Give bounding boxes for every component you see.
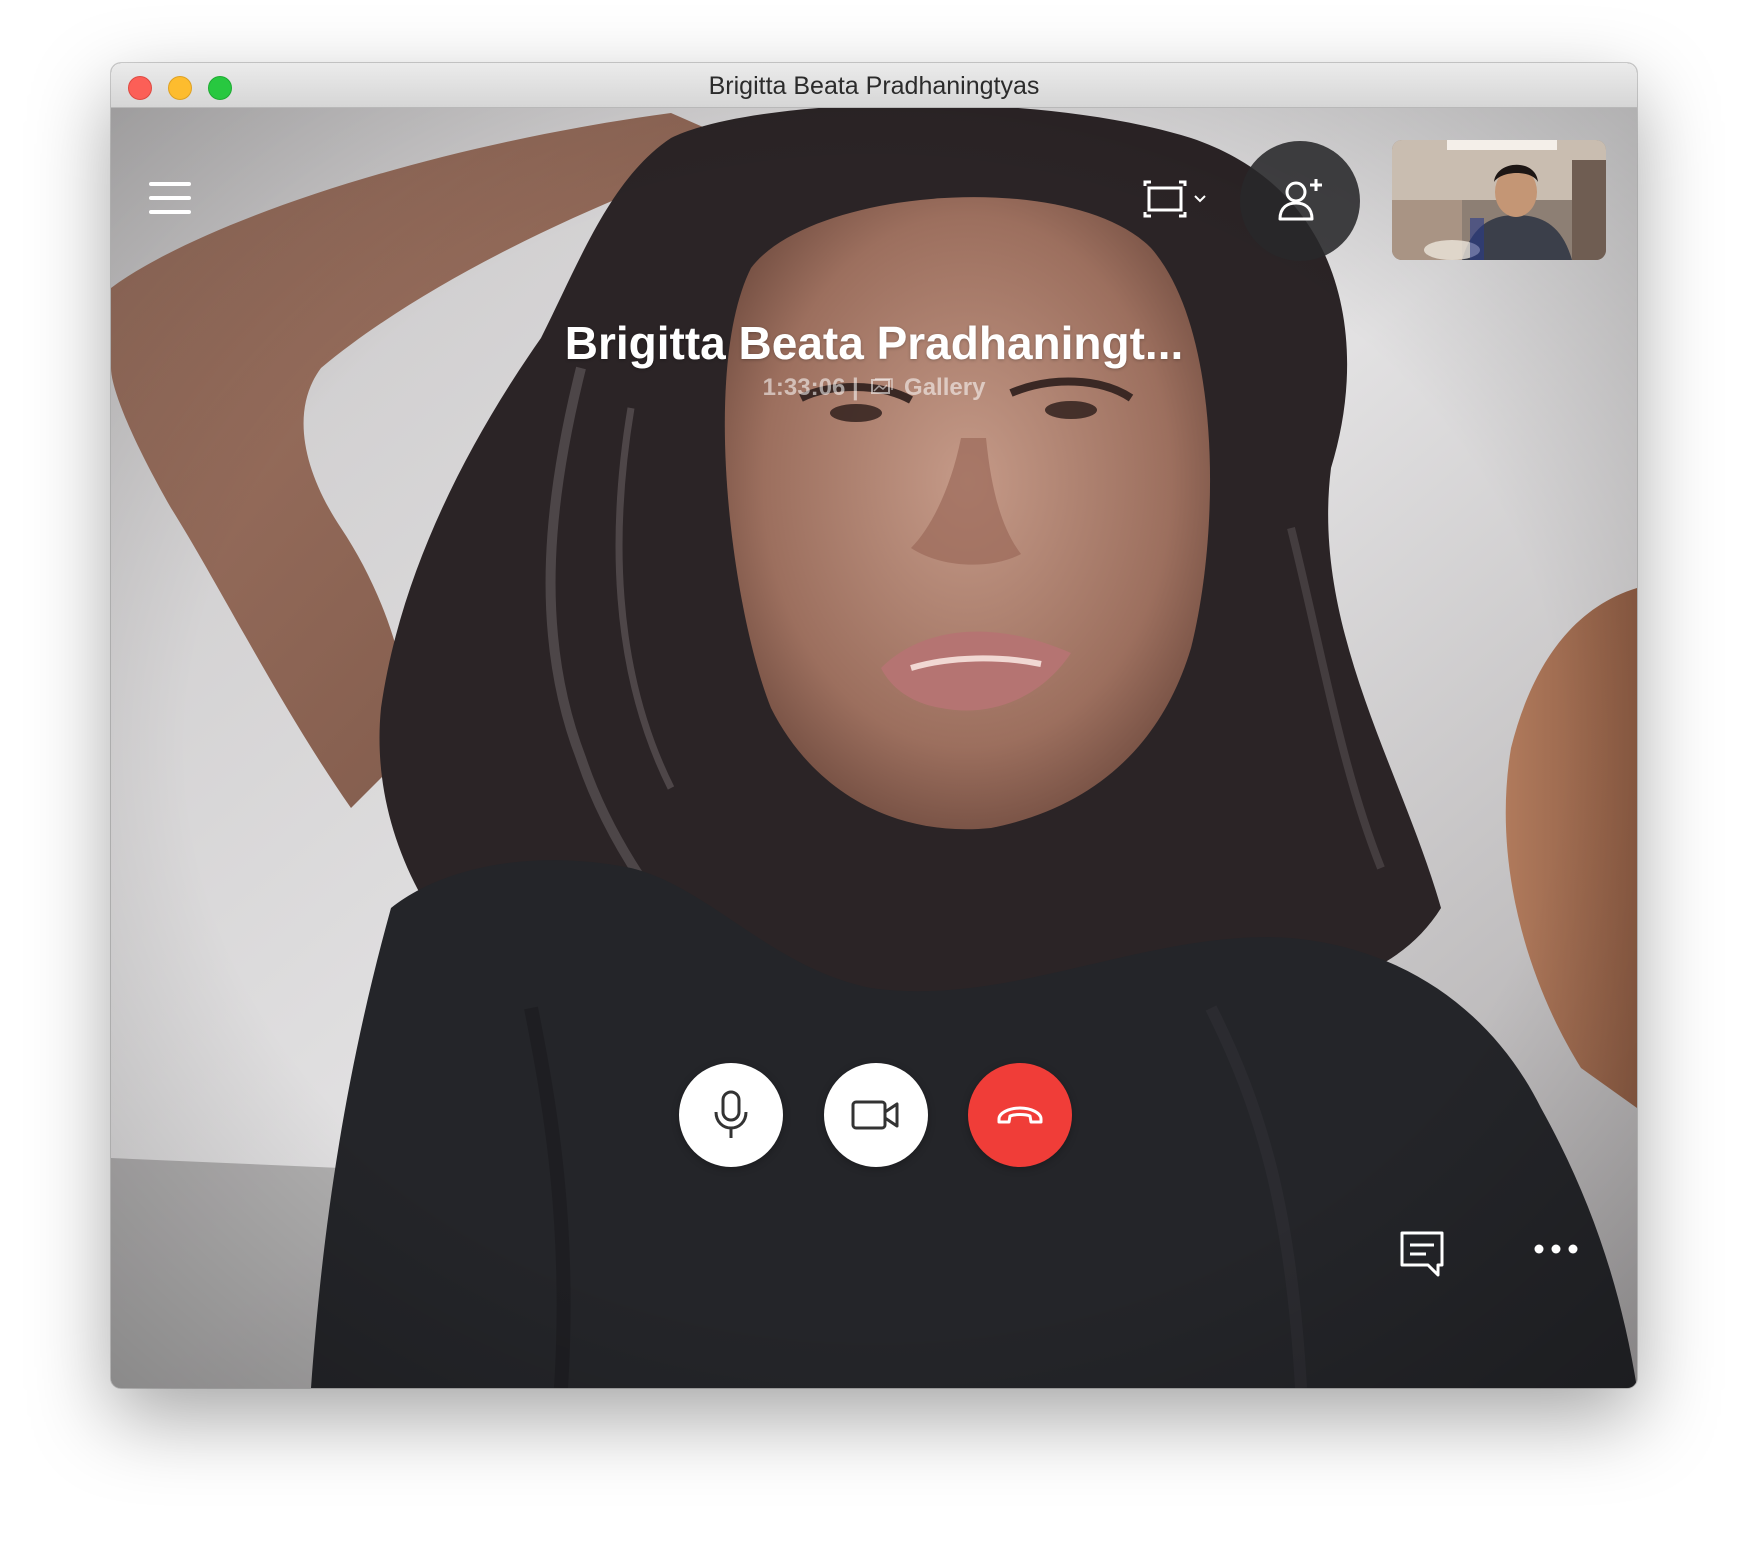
self-video-feed [1392, 140, 1606, 260]
video-camera-icon [851, 1100, 899, 1130]
self-video-preview[interactable] [1392, 140, 1606, 260]
chat-bubble-icon [1400, 1231, 1444, 1277]
end-call-button[interactable] [968, 1063, 1072, 1167]
more-options-icon [1534, 1244, 1578, 1254]
chat-button[interactable] [1398, 1229, 1448, 1279]
call-window: Brigitta Beata Pradhaningtyas Brigitta B… [111, 63, 1637, 1388]
window-title: Brigitta Beata Pradhaningtyas [708, 72, 1040, 100]
video-area: Brigitta Beata Pradhaningt... 1:33:06 | … [111, 108, 1637, 1388]
status-separator: | [851, 374, 859, 401]
add-person-icon [1278, 179, 1322, 221]
call-duration: 1:33:06 [762, 374, 846, 401]
toggle-video-button[interactable] [824, 1063, 928, 1167]
caller-name: Brigitta Beata Pradhaningt... [564, 317, 1184, 369]
view-mode-label[interactable]: Gallery [904, 374, 985, 401]
call-status: 1:33:06 | Gallery [111, 374, 1637, 402]
remote-video-feed [111, 108, 1637, 1388]
mute-microphone-button[interactable] [679, 1063, 783, 1167]
hamburger-menu-icon [149, 182, 191, 186]
layout-button[interactable] [1143, 180, 1213, 222]
screen-layout-icon [1143, 180, 1206, 218]
add-participant-button[interactable] [1240, 141, 1360, 261]
menu-button[interactable] [149, 178, 193, 218]
more-options-button[interactable] [1531, 1234, 1581, 1264]
hang-up-icon [997, 1106, 1043, 1124]
title-bar[interactable]: Brigitta Beata Pradhaningtyas [111, 63, 1637, 108]
microphone-icon [714, 1090, 748, 1138]
gallery-icon [871, 378, 894, 394]
